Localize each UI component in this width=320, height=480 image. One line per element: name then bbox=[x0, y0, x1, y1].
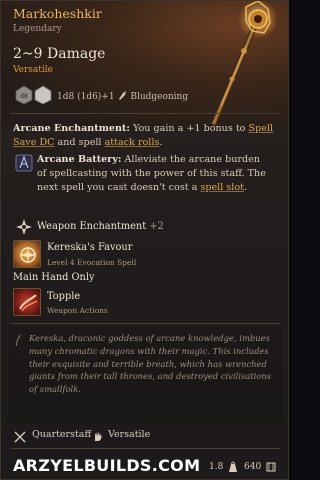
gold-icon bbox=[266, 462, 276, 472]
kereskas-favour-subtitle: Level 4 Evocation Spell bbox=[47, 258, 137, 267]
arcane-battery: Arcane Battery: Alleviate the arcane bur… bbox=[37, 153, 272, 195]
damage-type: Bludgeoning bbox=[130, 92, 189, 102]
topple-title: Topple bbox=[47, 291, 81, 302]
item-tooltip: Markoheshkir Legendary 2~9 Damage Versat… bbox=[0, 0, 289, 480]
spell-slot-link[interactable]: spell slot bbox=[200, 182, 244, 193]
weight-value: 1.8 bbox=[209, 462, 224, 472]
weapon-enchantment-label: Weapon Enchantment bbox=[37, 221, 147, 232]
hand-icon bbox=[95, 431, 102, 441]
arcane-battery-icon bbox=[15, 154, 33, 172]
svg-text:d8: d8 bbox=[20, 93, 28, 100]
arcane-battery-text-2: . bbox=[244, 182, 248, 193]
divider bbox=[11, 323, 280, 324]
divider bbox=[11, 113, 280, 114]
enchantment-text-3: . bbox=[159, 137, 163, 148]
dice-icon: d8 bbox=[15, 85, 52, 105]
site-watermark: ARZYELBUILDS.COM bbox=[13, 456, 201, 475]
weapon-enchantment-value: +2 bbox=[149, 221, 164, 232]
staff-image bbox=[211, 1, 276, 126]
attack-rolls-link[interactable]: attack rolls bbox=[105, 137, 160, 148]
quarterstaff-icon bbox=[14, 431, 26, 443]
topple-icon[interactable] bbox=[13, 288, 41, 316]
versatile-property: Versatile bbox=[13, 65, 53, 75]
lore-text: Kereska, draconic goddess of arcane know… bbox=[29, 333, 272, 395]
item-rarity: Legendary bbox=[13, 24, 62, 34]
item-name: Markoheshkir bbox=[13, 6, 102, 21]
weapon-enchantment: Weapon Enchantment +2 bbox=[37, 221, 164, 232]
quill-icon bbox=[16, 334, 22, 346]
arcane-enchantment-title: Arcane Enchantment: bbox=[13, 123, 130, 134]
damage-range: 2~9 Damage bbox=[13, 46, 106, 62]
divider bbox=[11, 448, 280, 449]
weapon-enchantment-icon bbox=[16, 219, 32, 235]
versatile-label: Versatile bbox=[108, 429, 151, 440]
damage-dice: 1d8 (1d6)+1 bbox=[57, 92, 115, 102]
arcane-battery-title: Arcane Battery: bbox=[37, 154, 122, 165]
kereskas-favour-icon[interactable] bbox=[13, 240, 41, 268]
enchantment-text-1: You gain a +1 bonus to bbox=[129, 123, 249, 134]
damage-dice-line: 1d8 (1d6)+1 Bludgeoning bbox=[57, 90, 188, 102]
weight-icon bbox=[229, 461, 237, 472]
proficiency-label: Quarterstaff bbox=[32, 429, 92, 440]
price-value: 640 bbox=[244, 462, 262, 472]
bludgeoning-icon bbox=[119, 91, 127, 100]
main-hand-only: Main Hand Only bbox=[13, 272, 95, 283]
topple-subtitle: Weapon Actions bbox=[47, 306, 108, 315]
enchantment-text-2: and spell bbox=[54, 137, 105, 148]
kereskas-favour-title: Kereska's Favour bbox=[47, 242, 133, 253]
arcane-enchantment: Arcane Enchantment: You gain a +1 bonus … bbox=[13, 122, 278, 150]
